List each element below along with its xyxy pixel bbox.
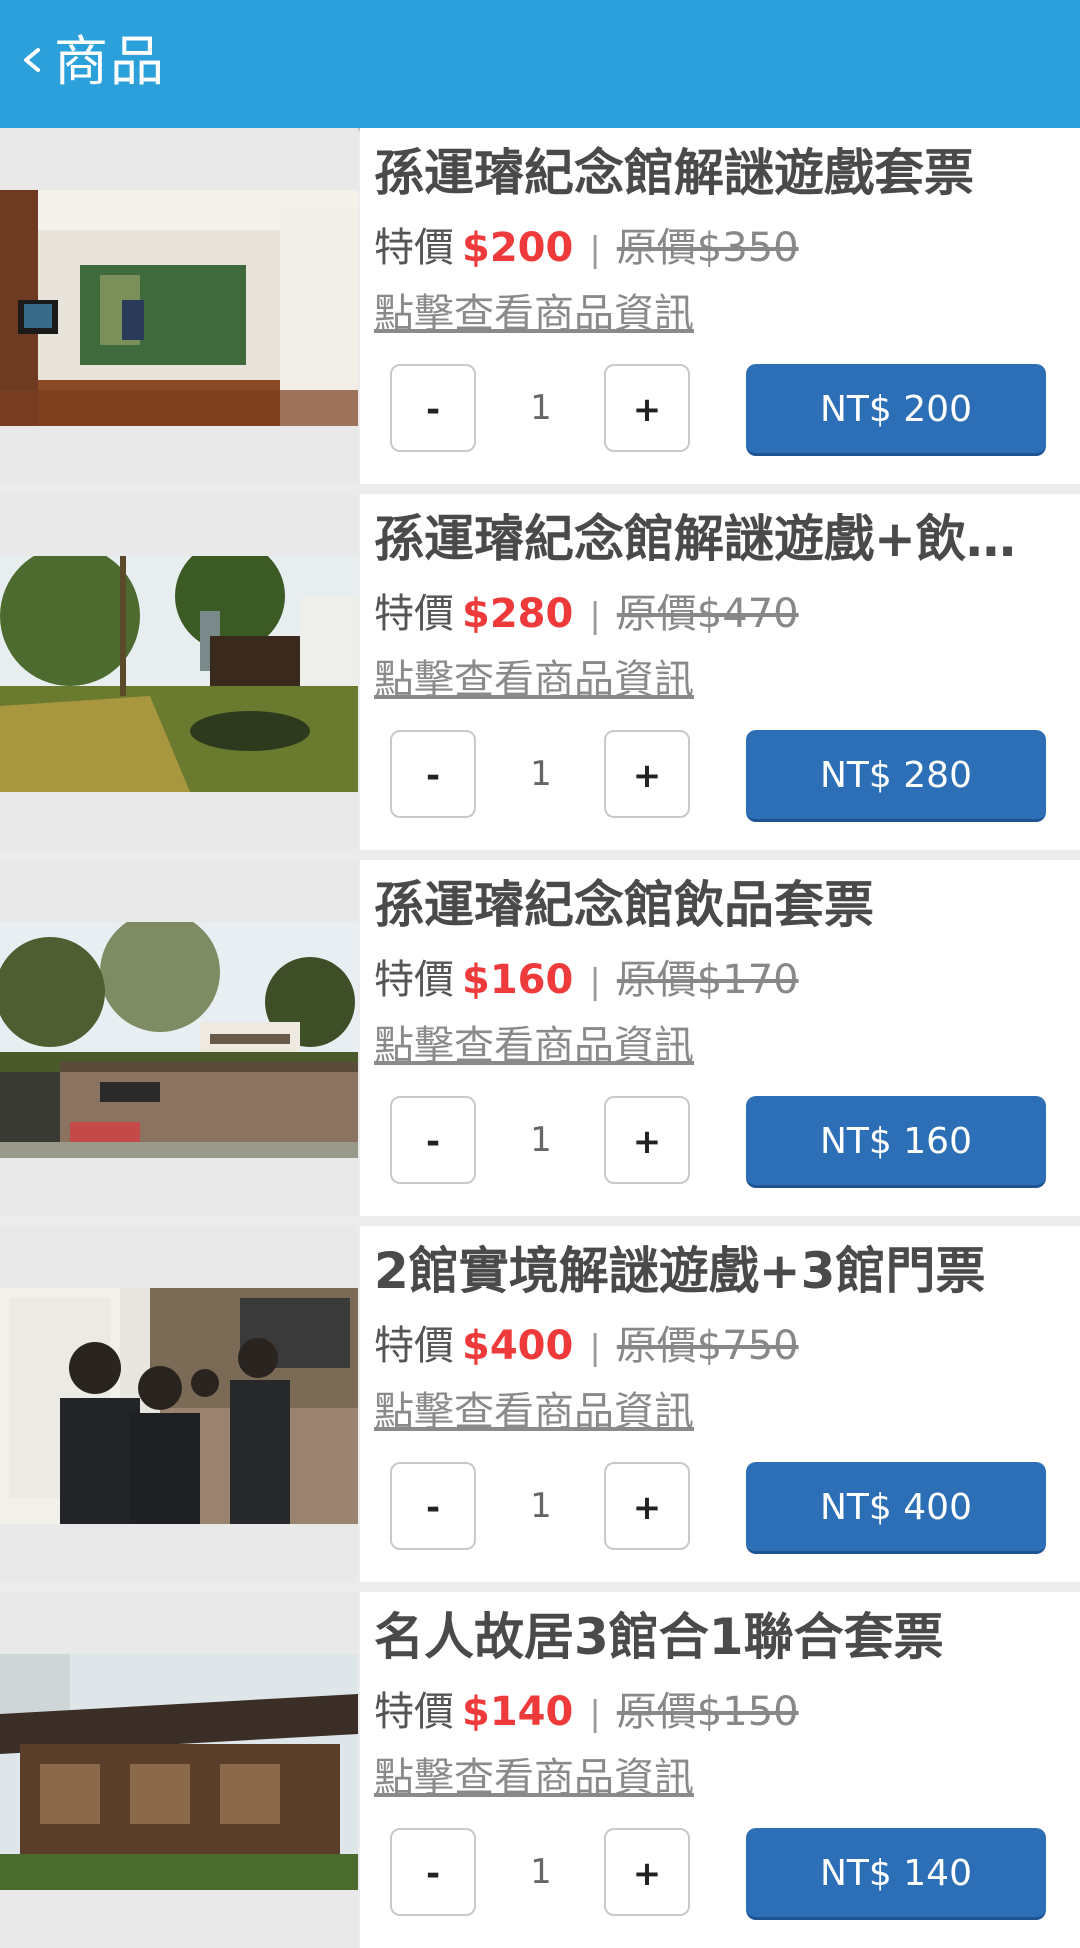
special-price-label: 特價	[374, 591, 454, 637]
special-price: $160	[462, 957, 574, 1003]
product-item: 孫運璿紀念館解謎遊戲套票 特價 $200 | 原價$350 點擊查看商品資訊 - 1 …	[0, 128, 1080, 484]
special-price-label: 特價	[374, 225, 454, 271]
quantity-decrement-button[interactable]: -	[390, 730, 476, 818]
quantity-value[interactable]: 1	[496, 1828, 586, 1916]
buy-button[interactable]: NT$ 280	[746, 730, 1046, 822]
special-price-label: 特價	[374, 1689, 454, 1735]
special-price: $200	[462, 225, 574, 271]
product-item: 2館實境解謎遊戲+3館門票 特價 $400 | 原價$750 點擊查看商品資訊 - 1…	[0, 1226, 1080, 1582]
quantity-decrement-button[interactable]: -	[390, 1096, 476, 1184]
product-detail-link[interactable]: 點擊查看商品資訊	[374, 1750, 694, 1806]
buy-button[interactable]: NT$ 400	[746, 1462, 1046, 1554]
chevron-left-icon[interactable]	[18, 40, 46, 80]
quantity-value[interactable]: 1	[496, 364, 586, 452]
exhibition-hall-photo	[0, 190, 358, 426]
quantity-value[interactable]: 1	[496, 1462, 586, 1550]
special-price-label: 特價	[374, 1323, 454, 1369]
price-row: 特價 $400 | 原價$750	[374, 1318, 799, 1374]
product-title[interactable]: 孫運璿紀念館解謎遊戲套票	[374, 142, 1064, 204]
price-row: 特價 $280 | 原價$470	[374, 586, 799, 642]
product-image[interactable]	[0, 128, 358, 484]
product-info: 孫運璿紀念館解謎遊戲+飲品套票 特價 $280 | 原價$470 點擊查看商品資訊 -…	[360, 494, 1080, 850]
buy-button[interactable]: NT$ 160	[746, 1096, 1046, 1188]
quantity-increment-button[interactable]: +	[604, 1462, 690, 1550]
product-detail-link[interactable]: 點擊查看商品資訊	[374, 1018, 694, 1074]
original-price: 原價$350	[616, 225, 799, 271]
product-detail-link[interactable]: 點擊查看商品資訊	[374, 652, 694, 708]
product-title[interactable]: 孫運璿紀念館飲品套票	[374, 874, 1064, 936]
special-price-label: 特價	[374, 957, 454, 1003]
price-separator: |	[589, 1328, 601, 1368]
quantity-decrement-button[interactable]: -	[390, 364, 476, 452]
quantity-value[interactable]: 1	[496, 730, 586, 818]
product-title[interactable]: 2館實境解謎遊戲+3館門票	[374, 1240, 1064, 1302]
special-price: $400	[462, 1323, 574, 1369]
special-price: $280	[462, 591, 574, 637]
product-title[interactable]: 孫運璿紀念館解謎遊戲+飲品套票	[374, 508, 1064, 570]
product-info: 孫運璿紀念館解謎遊戲套票 特價 $200 | 原價$350 點擊查看商品資訊 - 1 …	[360, 128, 1080, 484]
page-title: 商品	[54, 30, 166, 93]
product-title[interactable]: 名人故居3館合1聯合套票	[374, 1606, 1064, 1668]
garden-house-photo	[0, 556, 358, 792]
original-price: 原價$750	[616, 1323, 799, 1369]
original-price: 原價$150	[616, 1689, 799, 1735]
product-info: 2館實境解謎遊戲+3館門票 特價 $400 | 原價$750 點擊查看商品資訊 - 1…	[360, 1226, 1080, 1582]
quantity-increment-button[interactable]: +	[604, 730, 690, 818]
quantity-decrement-button[interactable]: -	[390, 1828, 476, 1916]
price-separator: |	[589, 230, 601, 270]
product-info: 名人故居3館合1聯合套票 特價 $140 | 原價$150 點擊查看商品資訊 - 1 …	[360, 1592, 1080, 1948]
product-image[interactable]	[0, 1592, 358, 1948]
original-price: 原價$470	[616, 591, 799, 637]
product-item: 名人故居3館合1聯合套票 特價 $140 | 原價$150 點擊查看商品資訊 - 1 …	[0, 1592, 1080, 1948]
product-info: 孫運璿紀念館飲品套票 特價 $160 | 原價$170 點擊查看商品資訊 - 1 + …	[360, 860, 1080, 1216]
product-image[interactable]	[0, 494, 358, 850]
memorial-entrance-photo	[0, 922, 358, 1158]
quantity-increment-button[interactable]: +	[604, 364, 690, 452]
price-separator: |	[589, 962, 601, 1002]
japanese-house-photo	[0, 1654, 358, 1890]
quantity-increment-button[interactable]: +	[604, 1096, 690, 1184]
price-row: 特價 $200 | 原價$350	[374, 220, 799, 276]
product-detail-link[interactable]: 點擊查看商品資訊	[374, 286, 694, 342]
quantity-increment-button[interactable]: +	[604, 1828, 690, 1916]
price-row: 特價 $160 | 原價$170	[374, 952, 799, 1008]
price-separator: |	[589, 596, 601, 636]
quantity-decrement-button[interactable]: -	[390, 1462, 476, 1550]
product-item: 孫運璿紀念館飲品套票 特價 $160 | 原價$170 點擊查看商品資訊 - 1 + …	[0, 860, 1080, 1216]
quantity-value[interactable]: 1	[496, 1096, 586, 1184]
product-detail-link[interactable]: 點擊查看商品資訊	[374, 1384, 694, 1440]
visitors-puzzle-game-photo	[0, 1288, 358, 1524]
price-separator: |	[589, 1694, 601, 1734]
buy-button[interactable]: NT$ 200	[746, 364, 1046, 456]
buy-button[interactable]: NT$ 140	[746, 1828, 1046, 1920]
original-price: 原價$170	[616, 957, 799, 1003]
product-image[interactable]	[0, 1226, 358, 1582]
app-header: 商品	[0, 0, 1080, 128]
special-price: $140	[462, 1689, 574, 1735]
product-image[interactable]	[0, 860, 358, 1216]
product-item: 孫運璿紀念館解謎遊戲+飲品套票 特價 $280 | 原價$470 點擊查看商品資訊 -…	[0, 494, 1080, 850]
price-row: 特價 $140 | 原價$150	[374, 1684, 799, 1740]
